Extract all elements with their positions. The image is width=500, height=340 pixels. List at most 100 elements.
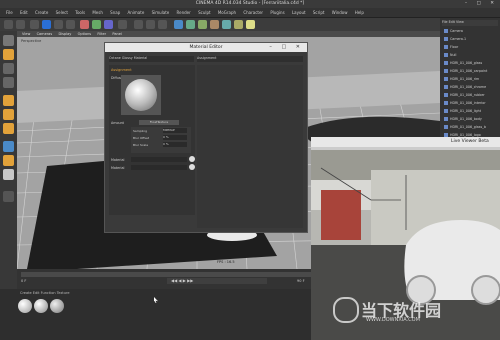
blur-offset-input[interactable]: 0 % <box>163 135 187 140</box>
assignment-tab[interactable]: Assignment <box>197 56 303 62</box>
menu-mesh[interactable]: Mesh <box>92 10 103 15</box>
array-icon[interactable] <box>198 20 207 29</box>
points-mode-icon[interactable] <box>3 95 14 106</box>
object-list-item[interactable]: HDRI_01_006_chrome <box>444 85 498 92</box>
world-coord-icon[interactable] <box>118 20 127 29</box>
material-swatch-3[interactable] <box>50 299 64 313</box>
object-icon <box>444 101 448 105</box>
edges-mode-icon[interactable] <box>3 109 14 120</box>
object-list-item[interactable]: HDRI_01_006_rim <box>444 77 498 84</box>
model-mode-icon[interactable] <box>3 49 14 60</box>
object-list-item[interactable]: HDRI_01_006_glass_b <box>444 125 498 132</box>
mm-menu-create[interactable]: Create <box>20 291 32 295</box>
snap-icon[interactable] <box>3 169 14 180</box>
mm-menu-edit[interactable]: Edit <box>33 291 40 295</box>
viewport-menu-view[interactable]: View <box>22 32 30 36</box>
menu-window[interactable]: Window <box>332 10 348 15</box>
material-preview[interactable] <box>121 75 161 115</box>
material-name-field[interactable]: Octane Glossy Material <box>109 56 194 62</box>
material-field-1-button[interactable] <box>189 156 195 162</box>
menu-mograph[interactable]: MoGraph <box>218 10 236 15</box>
menu-create[interactable]: Create <box>35 10 48 15</box>
menu-tools[interactable]: Tools <box>75 10 85 15</box>
render-picture-viewer-icon[interactable] <box>146 20 155 29</box>
workplane-mode-icon[interactable] <box>3 77 14 88</box>
viewport-menu-filter[interactable]: Filter <box>97 32 106 36</box>
undo-icon[interactable] <box>4 20 13 29</box>
float-texture-button[interactable]: FloatTexture <box>139 120 179 125</box>
cube-icon[interactable] <box>174 20 183 29</box>
object-list-item[interactable]: HDRI_01_006_body <box>444 117 498 124</box>
menu-sculpt[interactable]: Sculpt <box>198 10 211 15</box>
material-field-2-button[interactable] <box>189 164 195 170</box>
lock-workplane-icon[interactable] <box>3 191 14 202</box>
material-editor-window-controls[interactable]: – □ ✕ <box>269 43 304 52</box>
viewport-menu-options[interactable]: Options <box>78 32 92 36</box>
material-field-1[interactable] <box>131 157 187 162</box>
mm-menu-texture[interactable]: Texture <box>57 291 70 295</box>
viewport-menu-panel[interactable]: Panel <box>112 32 121 36</box>
rotate-icon[interactable] <box>66 20 75 29</box>
material-field-2[interactable] <box>131 165 187 170</box>
object-list-item[interactable]: Null <box>444 53 498 60</box>
menu-plugins[interactable]: Plugins <box>270 10 284 15</box>
menu-snap[interactable]: Snap <box>110 10 120 15</box>
viewport-menu-display[interactable]: Display <box>58 32 71 36</box>
y-axis-icon[interactable] <box>92 20 101 29</box>
menu-script[interactable]: Script <box>313 10 325 15</box>
sampling-select[interactable]: MIPMAP <box>163 128 187 133</box>
select-icon[interactable] <box>30 20 39 29</box>
menu-animate[interactable]: Animate <box>128 10 145 15</box>
move-icon[interactable] <box>42 20 51 29</box>
menu-file[interactable]: File <box>6 10 13 15</box>
timeline-end[interactable]: 90 F <box>297 279 305 283</box>
object-icon <box>444 117 448 121</box>
axis-mode-icon[interactable] <box>3 141 14 152</box>
object-list-item[interactable]: HDRI_01_006_interior <box>444 101 498 108</box>
viewport-menu-cameras[interactable]: Cameras <box>37 32 53 36</box>
watermark-url: WWW.DOWNXIA.COM <box>366 317 420 323</box>
light-icon[interactable] <box>246 20 255 29</box>
render-view-icon[interactable] <box>134 20 143 29</box>
render-settings-icon[interactable] <box>158 20 167 29</box>
redo-icon[interactable] <box>16 20 25 29</box>
om-menu-view[interactable]: View <box>456 20 464 24</box>
object-list-item[interactable]: HDRI_01_006_glass <box>444 61 498 68</box>
play-icon[interactable]: ◀◀ ◀ ▶ ▶▶ <box>171 278 193 283</box>
object-list-item[interactable]: HDRI_01_006_rubber <box>444 93 498 100</box>
x-axis-icon[interactable] <box>80 20 89 29</box>
object-list-item[interactable]: HDRI_01_006_light <box>444 109 498 116</box>
menu-select[interactable]: Select <box>56 10 68 15</box>
menu-character[interactable]: Character <box>243 10 263 15</box>
amount-label: Amount <box>111 121 124 125</box>
object-list-item[interactable]: Floor <box>444 45 498 52</box>
tweak-mode-icon[interactable] <box>3 155 14 166</box>
polygons-mode-icon[interactable] <box>3 123 14 134</box>
texture-mode-icon[interactable] <box>3 63 14 74</box>
menu-help[interactable]: Help <box>355 10 364 15</box>
make-editable-icon[interactable] <box>3 35 14 46</box>
scale-icon[interactable] <box>54 20 63 29</box>
object-list-item[interactable]: Camera.1 <box>444 37 498 44</box>
scene-icon[interactable] <box>222 20 231 29</box>
menu-edit[interactable]: Edit <box>20 10 28 15</box>
camera-icon[interactable] <box>234 20 243 29</box>
window-controls[interactable]: – □ ✕ <box>465 1 498 6</box>
object-list-item[interactable]: HDRI_01_006_carpaint <box>444 69 498 76</box>
menu-simulate[interactable]: Simulate <box>152 10 170 15</box>
z-axis-icon[interactable] <box>104 20 113 29</box>
object-list-item[interactable]: Camera <box>444 29 498 36</box>
material-editor-title: Material Editor <box>189 45 223 50</box>
om-menu-edit[interactable]: Edit <box>449 20 455 24</box>
material-swatch-2[interactable] <box>34 299 48 313</box>
mouse-cursor-icon <box>154 297 158 303</box>
material-swatch-1[interactable] <box>18 299 32 313</box>
menu-render[interactable]: Render <box>177 10 191 15</box>
menu-layout[interactable]: Layout <box>292 10 306 15</box>
om-menu-file[interactable]: File <box>442 20 448 24</box>
mm-menu-function[interactable]: Function <box>41 291 56 295</box>
timeline-start[interactable]: 0 F <box>21 279 26 283</box>
deformer-icon[interactable] <box>210 20 219 29</box>
nurbs-icon[interactable] <box>186 20 195 29</box>
blur-scale-input[interactable]: 0 % <box>163 142 187 147</box>
